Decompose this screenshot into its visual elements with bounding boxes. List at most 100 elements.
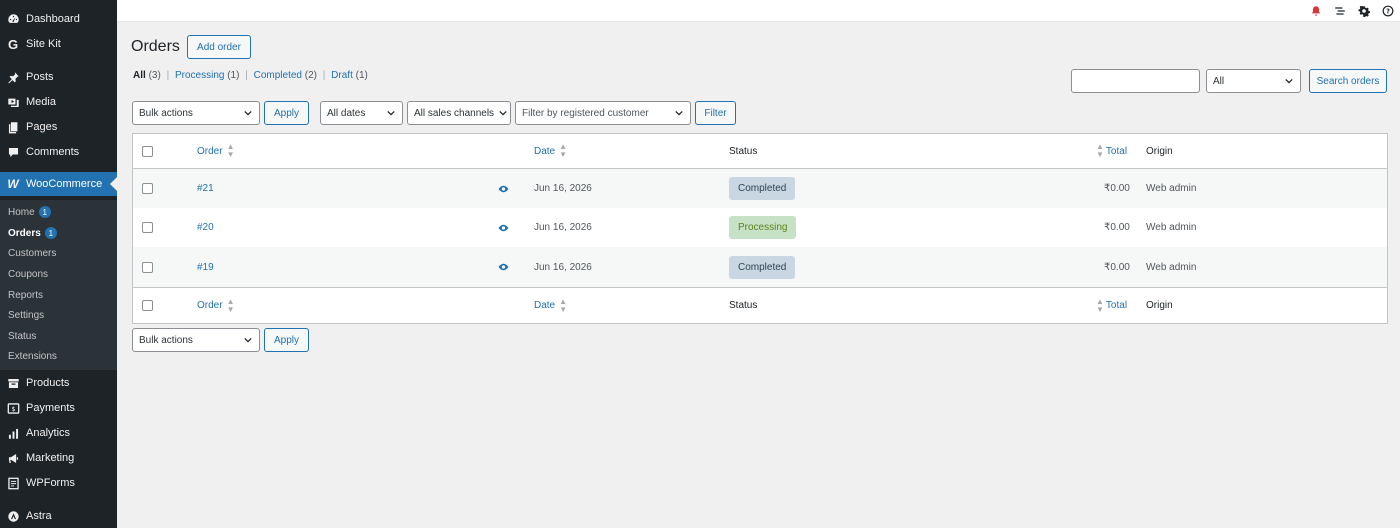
view-completed[interactable]: Completed — [254, 70, 302, 81]
menu-products[interactable]: Products — [0, 371, 117, 395]
apply-button-bottom[interactable]: Apply — [264, 328, 309, 352]
submenu-extensions[interactable]: Extensions — [8, 348, 57, 364]
apply-button[interactable]: Apply — [264, 101, 309, 125]
add-order-button[interactable]: Add order — [187, 35, 251, 59]
eye-icon[interactable] — [498, 224, 509, 232]
order-origin: Web admin — [1146, 222, 1197, 233]
google-g-icon: G — [7, 36, 19, 52]
submenu-home-label: Home — [8, 206, 35, 218]
column-origin-footer: Origin — [1146, 288, 1173, 323]
bulk-actions-value: Bulk actions — [139, 107, 193, 119]
table-footer: Order ▲ ▼ Date ▲ ▼ Status ▲ ▼ Total Origin — [133, 287, 1387, 323]
column-order-footer[interactable]: Order ▲ ▼ — [197, 288, 234, 323]
pages-icon — [6, 120, 20, 134]
page-title: Orders — [131, 38, 180, 55]
search-status-value: All — [1213, 75, 1225, 87]
filter-button[interactable]: Filter — [695, 101, 736, 125]
view-draft-count: (1) — [355, 70, 368, 81]
select-all-checkbox[interactable] — [142, 145, 153, 157]
view-all[interactable]: All — [133, 70, 146, 81]
column-total-footer[interactable]: ▲ ▼ Total — [1096, 288, 1127, 323]
menu-analytics[interactable]: Analytics — [0, 421, 117, 445]
bell-icon[interactable] — [1309, 4, 1323, 18]
column-date[interactable]: Date ▲ ▼ — [534, 134, 567, 168]
svg-text:?: ? — [1386, 8, 1390, 16]
menu-payments[interactable]: $ Payments — [0, 396, 117, 420]
order-link[interactable]: #20 — [197, 222, 214, 233]
order-origin: Web admin — [1146, 261, 1197, 273]
column-date-label: Date — [534, 300, 556, 311]
bulk-actions-select-bottom[interactable]: Bulk actions — [132, 328, 260, 352]
column-origin: Origin — [1146, 134, 1173, 168]
column-order[interactable]: Order ▲ ▼ — [197, 134, 234, 168]
search-status-select[interactable]: All — [1206, 69, 1301, 93]
sort-icon: ▲ ▼ — [559, 142, 568, 159]
column-date-footer[interactable]: Date ▲ ▼ — [534, 288, 567, 323]
astra-icon — [6, 509, 20, 523]
menu-pages[interactable]: Pages — [0, 115, 117, 139]
submenu-coupons[interactable]: Coupons — [8, 266, 48, 282]
sales-channels-select[interactable]: All sales channels — [407, 101, 511, 125]
customer-filter-placeholder: Filter by registered customer — [522, 107, 649, 119]
table-row[interactable]: #19 Jun 16, 2026 Completed ₹0.00 Web adm… — [133, 247, 1387, 287]
menu-marketing-label: Marketing — [26, 452, 75, 464]
order-link[interactable]: #21 — [197, 183, 214, 194]
menu-dashboard[interactable]: Dashboard — [0, 7, 117, 31]
dates-select[interactable]: All dates — [320, 101, 403, 125]
activity-list-icon[interactable] — [1333, 4, 1347, 18]
submenu-settings-label: Settings — [8, 309, 45, 321]
status-filter-views: All (3) | Processing (1) | Completed (2)… — [133, 70, 368, 81]
submenu-status-label: Status — [8, 330, 37, 342]
gear-icon[interactable] — [1357, 4, 1371, 18]
megaphone-icon — [6, 451, 20, 465]
row-checkbox[interactable] — [142, 261, 153, 273]
media-icon — [6, 95, 20, 109]
orders-count-badge: 1 — [44, 227, 57, 239]
menu-marketing[interactable]: Marketing — [0, 446, 117, 470]
top-toolbar: ? — [117, 0, 1400, 22]
orders-table: Order ▲ ▼ Date ▲ ▼ Status ▲ ▼ Total Origin … — [132, 133, 1388, 324]
column-total[interactable]: ▲ ▼ Total — [1096, 134, 1127, 168]
column-status-footer: Status — [729, 288, 757, 323]
customer-filter-select[interactable]: Filter by registered customer — [515, 101, 691, 125]
chevron-down-icon — [244, 337, 252, 343]
table-row[interactable]: #20 Jun 16, 2026 Processing ₹0.00 Web ad… — [133, 208, 1387, 247]
chevron-down-icon — [244, 110, 252, 116]
menu-wpforms[interactable]: WPForms — [0, 471, 117, 495]
row-checkbox[interactable] — [142, 183, 153, 194]
help-icon[interactable]: ? — [1381, 4, 1395, 18]
submenu-reports[interactable]: Reports — [8, 287, 43, 303]
search-orders-button[interactable]: Search orders — [1309, 69, 1387, 93]
eye-icon[interactable] — [498, 185, 509, 193]
table-row[interactable]: #21 Jun 16, 2026 Completed ₹0.00 Web adm… — [133, 169, 1387, 208]
submenu-customers[interactable]: Customers — [8, 245, 56, 261]
column-order-label: Order — [197, 300, 223, 311]
menu-astra-label: Astra — [26, 510, 52, 522]
submenu-orders[interactable]: Orders 1 — [8, 225, 57, 241]
view-draft[interactable]: Draft — [331, 70, 353, 81]
submenu-status[interactable]: Status — [8, 328, 36, 344]
eye-icon[interactable] — [498, 263, 509, 271]
chevron-down-icon — [499, 110, 507, 116]
menu-payments-label: Payments — [26, 402, 75, 414]
menu-astra[interactable]: Astra — [0, 504, 117, 528]
table-header: Order ▲ ▼ Date ▲ ▼ Status ▲ ▼ Total Origin — [133, 134, 1387, 169]
bulk-actions-select[interactable]: Bulk actions — [132, 101, 260, 125]
status-badge: Completed — [729, 177, 796, 200]
menu-woocommerce[interactable]: W WooCommerce — [0, 172, 117, 196]
view-processing[interactable]: Processing — [175, 70, 224, 81]
menu-comments[interactable]: Comments — [0, 140, 117, 164]
menu-site-kit[interactable]: G Site Kit — [0, 32, 117, 56]
row-checkbox[interactable] — [142, 222, 153, 233]
menu-media[interactable]: Media — [0, 90, 117, 114]
order-link[interactable]: #19 — [197, 262, 214, 273]
select-all-checkbox-footer[interactable] — [142, 300, 153, 311]
submenu-home[interactable]: Home 1 — [8, 204, 51, 220]
menu-posts[interactable]: Posts — [0, 65, 117, 89]
column-origin-label: Origin — [1146, 300, 1173, 311]
submenu-settings[interactable]: Settings — [8, 307, 44, 323]
submenu-orders-label: Orders — [8, 227, 41, 239]
search-input[interactable] — [1071, 69, 1200, 93]
chevron-down-icon — [1285, 78, 1293, 84]
order-total: ₹0.00 — [1104, 222, 1130, 233]
